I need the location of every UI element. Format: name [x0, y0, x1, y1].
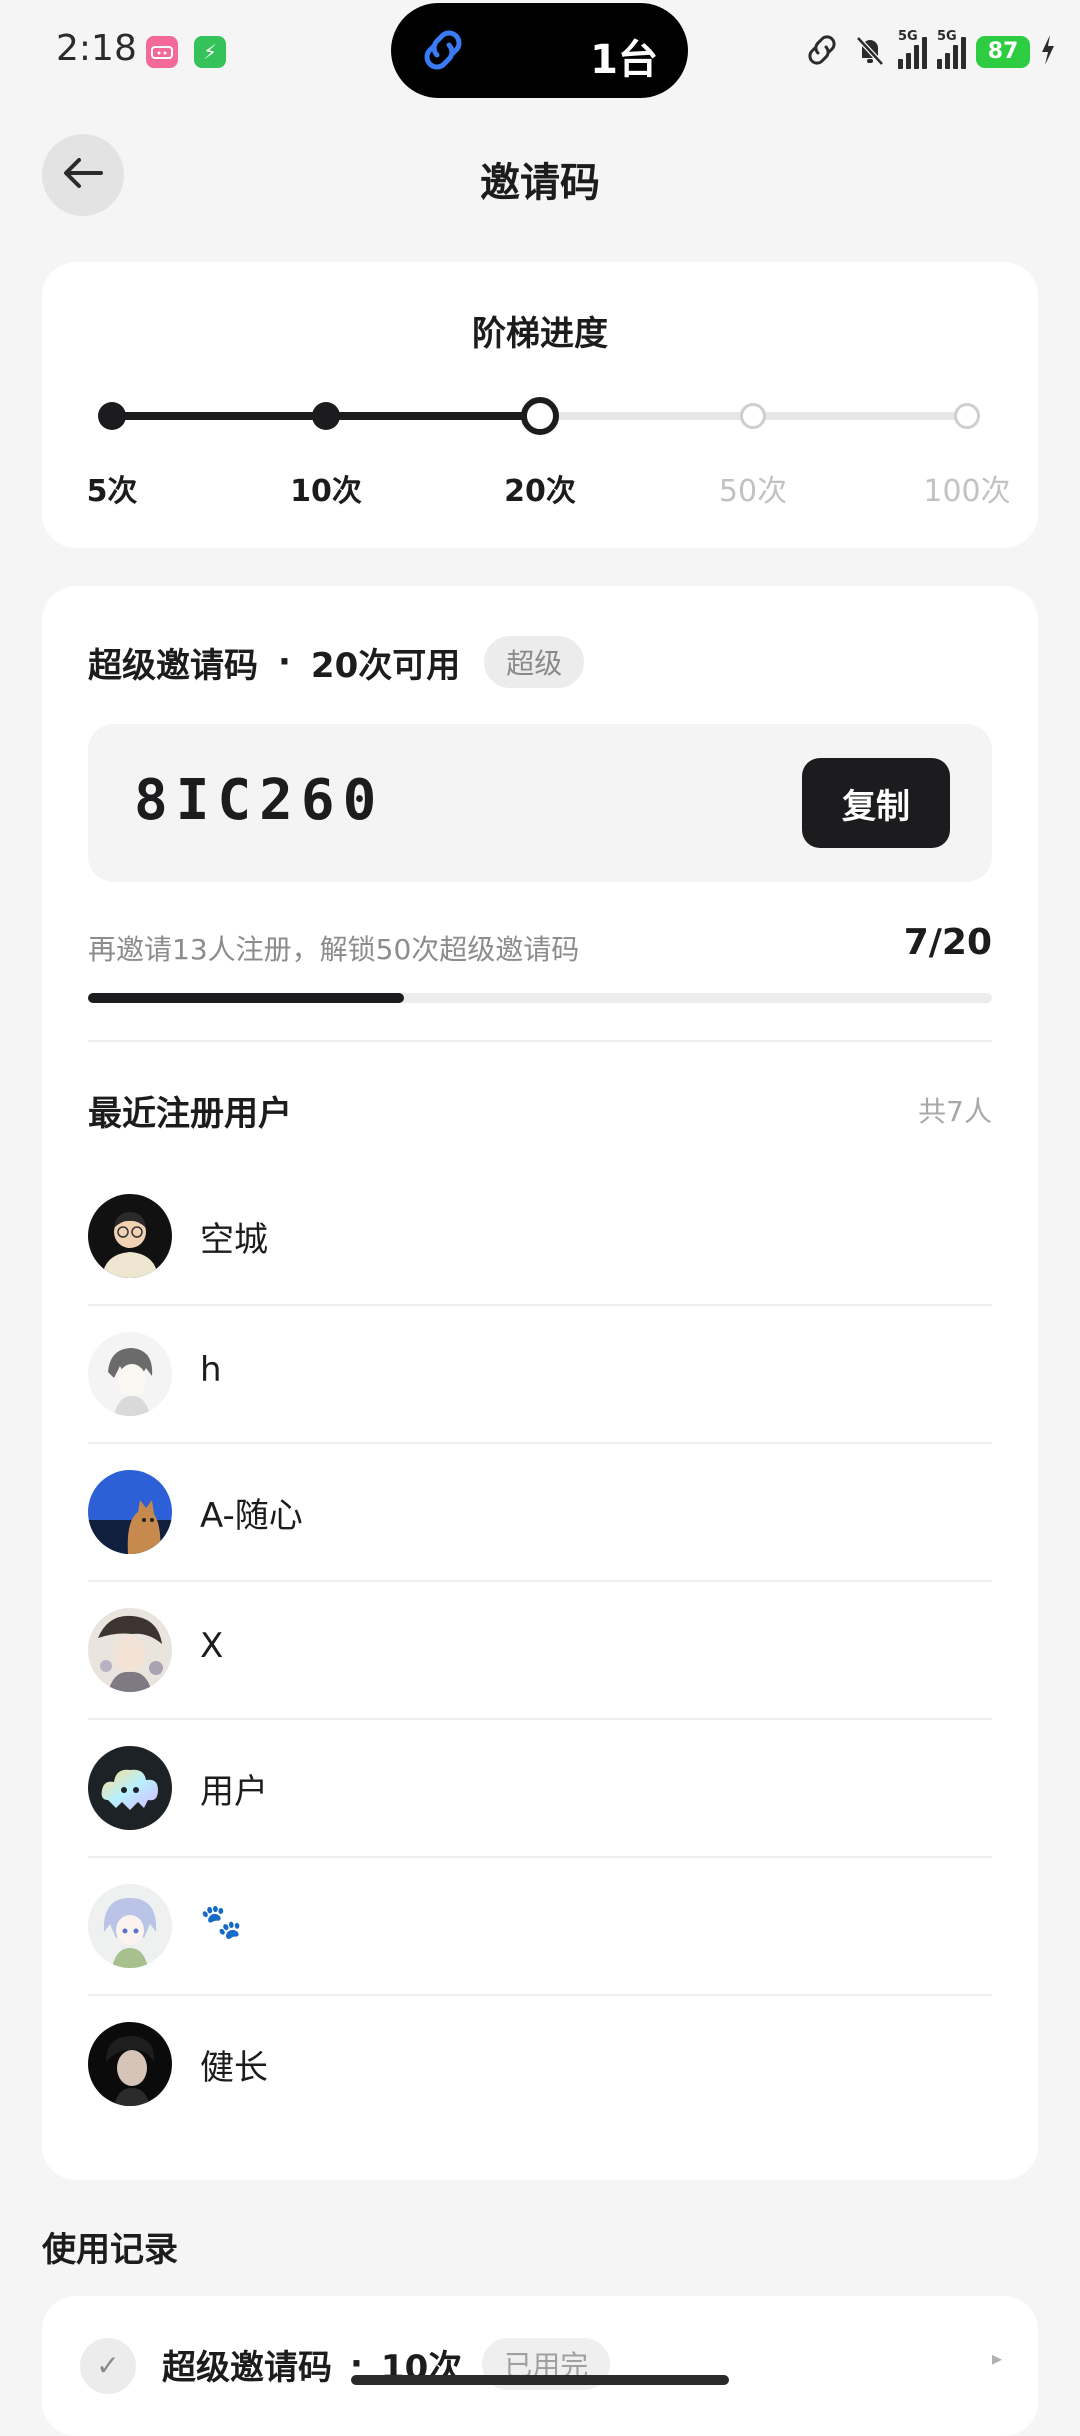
list-item[interactable]: 健长: [88, 1996, 992, 2134]
user-name: A-随心: [200, 1496, 303, 1536]
tier-node-10: [312, 402, 340, 430]
status-time: 2:18: [56, 28, 137, 69]
list-item[interactable]: 🐾: [88, 1858, 992, 1996]
invite-code-value[interactable]: 8IC260: [134, 768, 384, 833]
invite-progress-count: 7/20: [903, 922, 992, 963]
tier-node-50: [740, 403, 766, 429]
chevron-right-icon: ▸: [991, 2346, 1002, 2370]
separator: ·: [278, 642, 291, 682]
tier-node-20: [521, 397, 559, 435]
link-icon: [802, 33, 842, 71]
bell-muted-icon: [852, 32, 888, 72]
user-name: 空城: [200, 1220, 268, 1260]
home-indicator[interactable]: [351, 2375, 729, 2385]
recent-users-title: 最近注册用户: [88, 1094, 292, 1134]
list-item[interactable]: X: [88, 1582, 992, 1720]
avatar: [88, 1608, 172, 1692]
usage-record-title: 超级邀请码: [162, 2347, 332, 2388]
tier-label: 100次: [923, 474, 1011, 509]
user-name: h: [200, 1350, 222, 1390]
tier-label: 5次: [86, 474, 138, 509]
copy-button[interactable]: 复制: [802, 758, 950, 848]
status-bar: 2:18 ⚡ 1台 5G 5G 87: [0, 0, 1080, 104]
avatar: [88, 2022, 172, 2106]
avatar: [88, 1470, 172, 1554]
page-title: 邀请码: [480, 160, 600, 206]
charging-icon: [1040, 35, 1056, 69]
tier-label: 50次: [718, 474, 788, 509]
user-name: 🐾: [200, 1902, 243, 1942]
tier-label: 20次: [504, 474, 576, 509]
invite-code-box: 8IC260 复制: [88, 724, 992, 882]
user-name: X: [200, 1626, 224, 1666]
list-item[interactable]: 空城: [88, 1168, 992, 1306]
invite-progress-bar: [88, 993, 992, 1003]
invite-availability: 20次可用: [310, 645, 461, 686]
user-name: 健长: [200, 2048, 268, 2088]
avatar: [88, 1332, 172, 1416]
flash-app-icon: ⚡: [194, 36, 226, 68]
invite-progress-fill: [88, 993, 405, 1003]
battery-level: 87: [976, 36, 1030, 68]
invite-code-header: 超级邀请码 · 20次可用 超级: [88, 636, 585, 688]
recent-users-total: 共7人: [918, 1095, 992, 1128]
user-name: 用户: [200, 1772, 268, 1812]
tier-title: 阶梯进度: [472, 314, 608, 354]
avatar: [88, 1884, 172, 1968]
island-device-count: 1台: [590, 37, 658, 83]
signal-icon: 5G: [898, 29, 927, 69]
check-icon: ✓: [80, 2338, 136, 2394]
status-icons: 5G 5G 87: [802, 28, 1056, 76]
avatar: [88, 1746, 172, 1830]
usage-records-title: 使用记录: [42, 2230, 178, 2270]
signal-icon: 5G: [937, 29, 966, 69]
tier-label: 10次: [290, 474, 362, 509]
tier-node-5: [98, 402, 126, 430]
dynamic-island[interactable]: 1台: [391, 3, 688, 98]
usage-record-item[interactable]: ✓ 超级邀请码 · 10次 已用完 ▸: [42, 2296, 1038, 2436]
super-badge: 超级: [484, 636, 585, 688]
tier-node-100: [954, 403, 980, 429]
unlock-hint: 再邀请13人注册，解锁50次超级邀请码: [88, 933, 580, 966]
divider: [88, 1040, 992, 1042]
list-item[interactable]: A-随心: [88, 1444, 992, 1582]
invite-code-title: 超级邀请码: [88, 645, 258, 686]
link-icon: [415, 25, 471, 79]
avatar: [88, 1194, 172, 1278]
bilibili-app-icon: [146, 36, 178, 68]
list-item[interactable]: 用户: [88, 1720, 992, 1858]
list-item[interactable]: h: [88, 1306, 992, 1444]
